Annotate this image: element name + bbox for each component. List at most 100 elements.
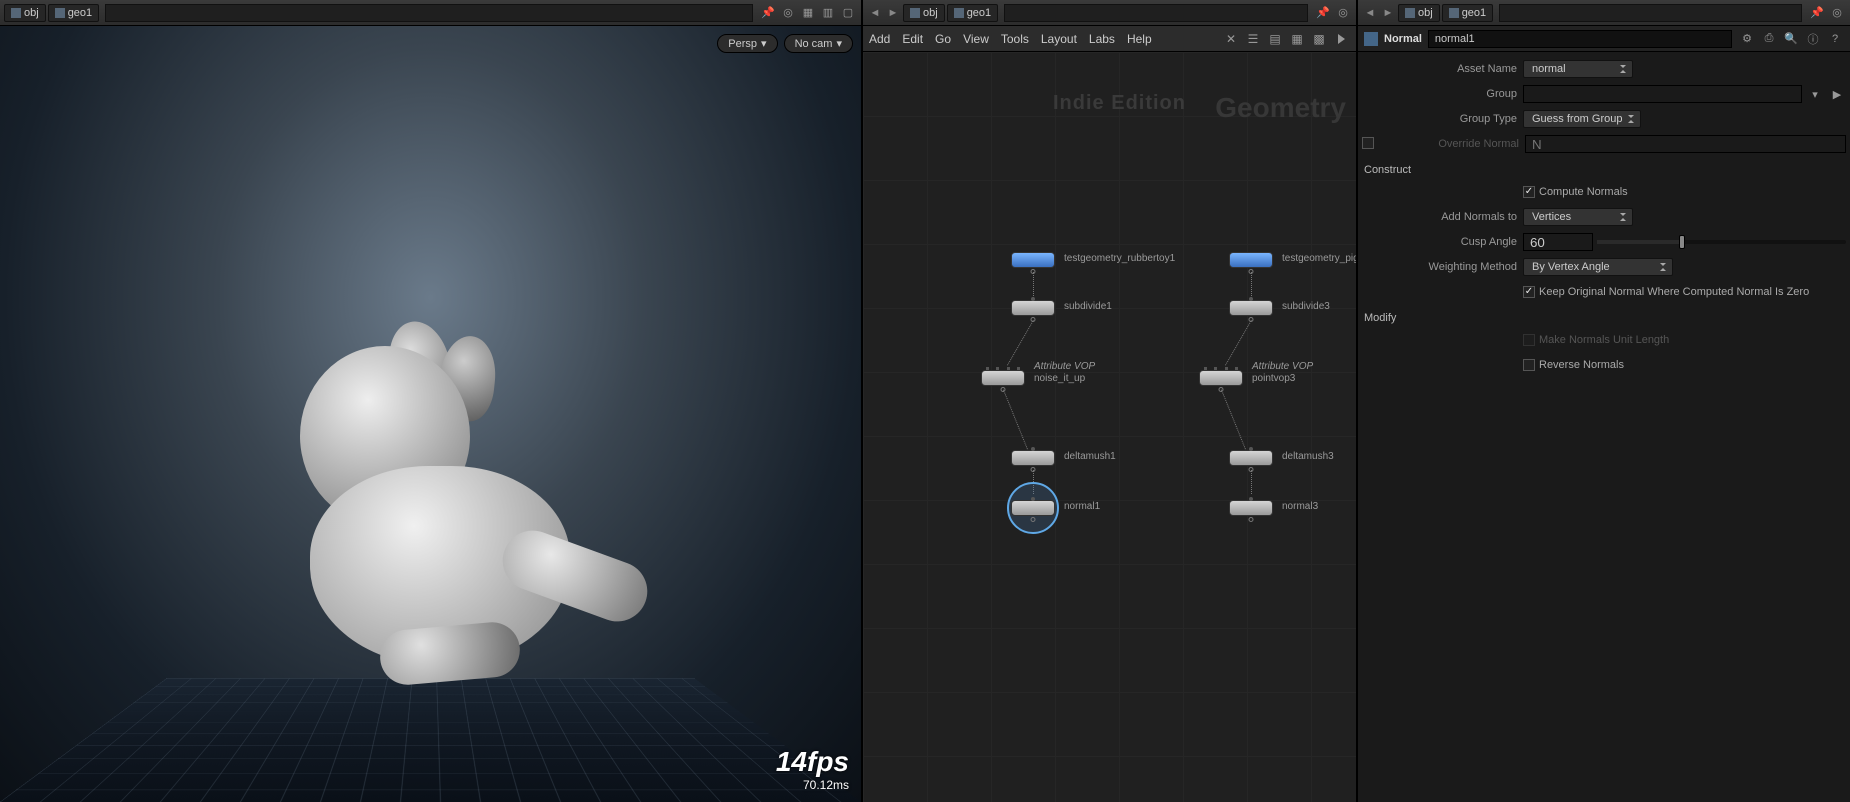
pin-icon[interactable]: 📌	[759, 4, 777, 22]
node-label: deltamush1	[1064, 451, 1116, 462]
forward-icon[interactable]: ►	[1380, 5, 1396, 21]
slider-thumb[interactable]	[1679, 235, 1685, 249]
viewport[interactable]: Persp▾ No cam▾ 14fps 70.12ms	[0, 26, 861, 802]
ms-value: 70.12ms	[776, 778, 849, 792]
crumb-geo1[interactable]: geo1	[947, 4, 998, 22]
keep-original-checkbox[interactable]	[1523, 286, 1535, 298]
crumb-obj[interactable]: obj	[4, 4, 46, 22]
play-icon[interactable]	[1332, 30, 1350, 48]
section-construct: Construct	[1362, 158, 1846, 178]
list-icon[interactable]: ☰	[1244, 30, 1262, 48]
grid1-icon[interactable]: ▦	[1288, 30, 1306, 48]
path-field[interactable]	[1499, 4, 1802, 22]
persp-dropdown[interactable]: Persp▾	[717, 34, 777, 53]
node-label: testgeometry_rubbertoy1	[1064, 253, 1175, 264]
crumb-geo1[interactable]: geo1	[1442, 4, 1493, 22]
node-normal3[interactable]: normal3	[1229, 500, 1273, 516]
node-subdivide1[interactable]: subdivide1	[1011, 300, 1055, 316]
link-icon[interactable]: ◎	[779, 4, 797, 22]
path-field[interactable]	[105, 4, 753, 22]
pin-icon[interactable]: 📌	[1314, 4, 1332, 22]
snapshot-icon[interactable]: ▦	[799, 4, 817, 22]
node-label: normal3	[1282, 501, 1318, 512]
node-label: deltamush3	[1282, 451, 1334, 462]
path-field[interactable]	[1004, 4, 1308, 22]
crumb-obj[interactable]: obj	[903, 4, 945, 22]
node-testgeometry-pighead[interactable]: testgeometry_pighe	[1229, 252, 1273, 268]
node-label: pointvop3	[1252, 373, 1295, 384]
group-type-dropdown[interactable]: Guess from Group	[1523, 110, 1641, 128]
node-noise-it-up[interactable]: Attribute VOP noise_it_up	[981, 370, 1025, 386]
forward-icon[interactable]: ►	[885, 5, 901, 21]
node-testgeometry-rubbertoy1[interactable]: testgeometry_rubbertoy1	[1011, 252, 1055, 268]
menu-add[interactable]: Add	[869, 32, 890, 46]
params-header: Normal normal1 ⚙ ⎙ 🔍 ⓘ ?	[1358, 26, 1850, 52]
link-icon[interactable]: ◎	[1334, 4, 1352, 22]
group-type-label: Group Type	[1362, 113, 1517, 125]
search-icon[interactable]: 🔍	[1782, 30, 1800, 48]
group-select-icon[interactable]: ▶	[1828, 85, 1846, 103]
node-pointvop3[interactable]: Attribute VOP pointvop3	[1199, 370, 1243, 386]
tree-icon[interactable]: ▤	[1266, 30, 1284, 48]
network-icon	[1405, 8, 1415, 18]
menu-edit[interactable]: Edit	[902, 32, 923, 46]
crumb-label: obj	[923, 7, 938, 19]
weighting-method-label: Weighting Method	[1362, 261, 1517, 273]
link-icon[interactable]: ◎	[1828, 4, 1846, 22]
cusp-angle-field[interactable]	[1523, 233, 1593, 251]
asset-name-dropdown[interactable]: normal	[1523, 60, 1633, 78]
compute-normals-label: Compute Normals	[1539, 186, 1628, 198]
group-menu-icon[interactable]: ▾	[1806, 85, 1824, 103]
color-icon[interactable]: ▢	[839, 4, 857, 22]
menu-view[interactable]: View	[963, 32, 989, 46]
wrench-icon[interactable]: ✕	[1222, 30, 1240, 48]
node-name-field[interactable]: normal1	[1428, 30, 1732, 48]
fps-counter: 14fps 70.12ms	[776, 746, 849, 792]
crumb-geo1[interactable]: geo1	[48, 4, 99, 22]
watermark-context: Geometry	[1215, 92, 1346, 124]
override-normal-field	[1525, 135, 1846, 153]
grid2-icon[interactable]: ▩	[1310, 30, 1328, 48]
params-body: Asset Name normal Group ▾ ▶ Group Type G…	[1358, 52, 1850, 802]
group-field[interactable]	[1523, 85, 1802, 103]
filter-icon[interactable]: ⎙	[1760, 30, 1778, 48]
unit-length-label: Make Normals Unit Length	[1539, 334, 1669, 346]
node-label: subdivide1	[1064, 301, 1112, 312]
menu-tools[interactable]: Tools	[1001, 32, 1029, 46]
cusp-angle-label: Cusp Angle	[1362, 236, 1517, 248]
node-normal1[interactable]: normal1	[1011, 500, 1055, 516]
network-canvas[interactable]: Indie Edition Geometry testgeometry_rubb…	[863, 52, 1356, 802]
node-deltamush1[interactable]: deltamush1	[1011, 450, 1055, 466]
reverse-normals-checkbox[interactable]	[1523, 359, 1535, 371]
menu-layout[interactable]: Layout	[1041, 32, 1077, 46]
back-icon[interactable]: ◄	[867, 5, 883, 21]
add-normals-to-dropdown[interactable]: Vertices	[1523, 208, 1633, 226]
node-label: noise_it_up	[1034, 373, 1085, 384]
compute-normals-checkbox[interactable]	[1523, 186, 1535, 198]
back-icon[interactable]: ◄	[1362, 5, 1378, 21]
node-subdivide3[interactable]: subdivide3	[1229, 300, 1273, 316]
cusp-angle-slider[interactable]	[1597, 240, 1846, 244]
help-icon[interactable]: ?	[1826, 30, 1844, 48]
asset-name-label: Asset Name	[1362, 63, 1517, 75]
weighting-method-dropdown[interactable]: By Vertex Angle	[1523, 258, 1673, 276]
info-icon[interactable]: ⓘ	[1804, 30, 1822, 48]
override-normal-checkbox[interactable]	[1362, 137, 1374, 149]
shelf-icon[interactable]: ▥	[819, 4, 837, 22]
geo-icon	[55, 8, 65, 18]
gear-icon[interactable]: ⚙	[1738, 30, 1756, 48]
node-type-label: Normal	[1384, 33, 1422, 45]
network-icon	[11, 8, 21, 18]
node-deltamush3[interactable]: deltamush3	[1229, 450, 1273, 466]
normal-icon	[1364, 32, 1378, 46]
menu-help[interactable]: Help	[1127, 32, 1152, 46]
group-label: Group	[1362, 88, 1517, 100]
network-menu: Add Edit Go View Tools Layout Labs Help …	[863, 26, 1356, 52]
crumb-obj[interactable]: obj	[1398, 4, 1440, 22]
pin-icon[interactable]: 📌	[1808, 4, 1826, 22]
fps-value: 14fps	[776, 746, 849, 778]
reverse-normals-label: Reverse Normals	[1539, 359, 1624, 371]
menu-labs[interactable]: Labs	[1089, 32, 1115, 46]
nocam-dropdown[interactable]: No cam▾	[784, 34, 853, 53]
menu-go[interactable]: Go	[935, 32, 951, 46]
